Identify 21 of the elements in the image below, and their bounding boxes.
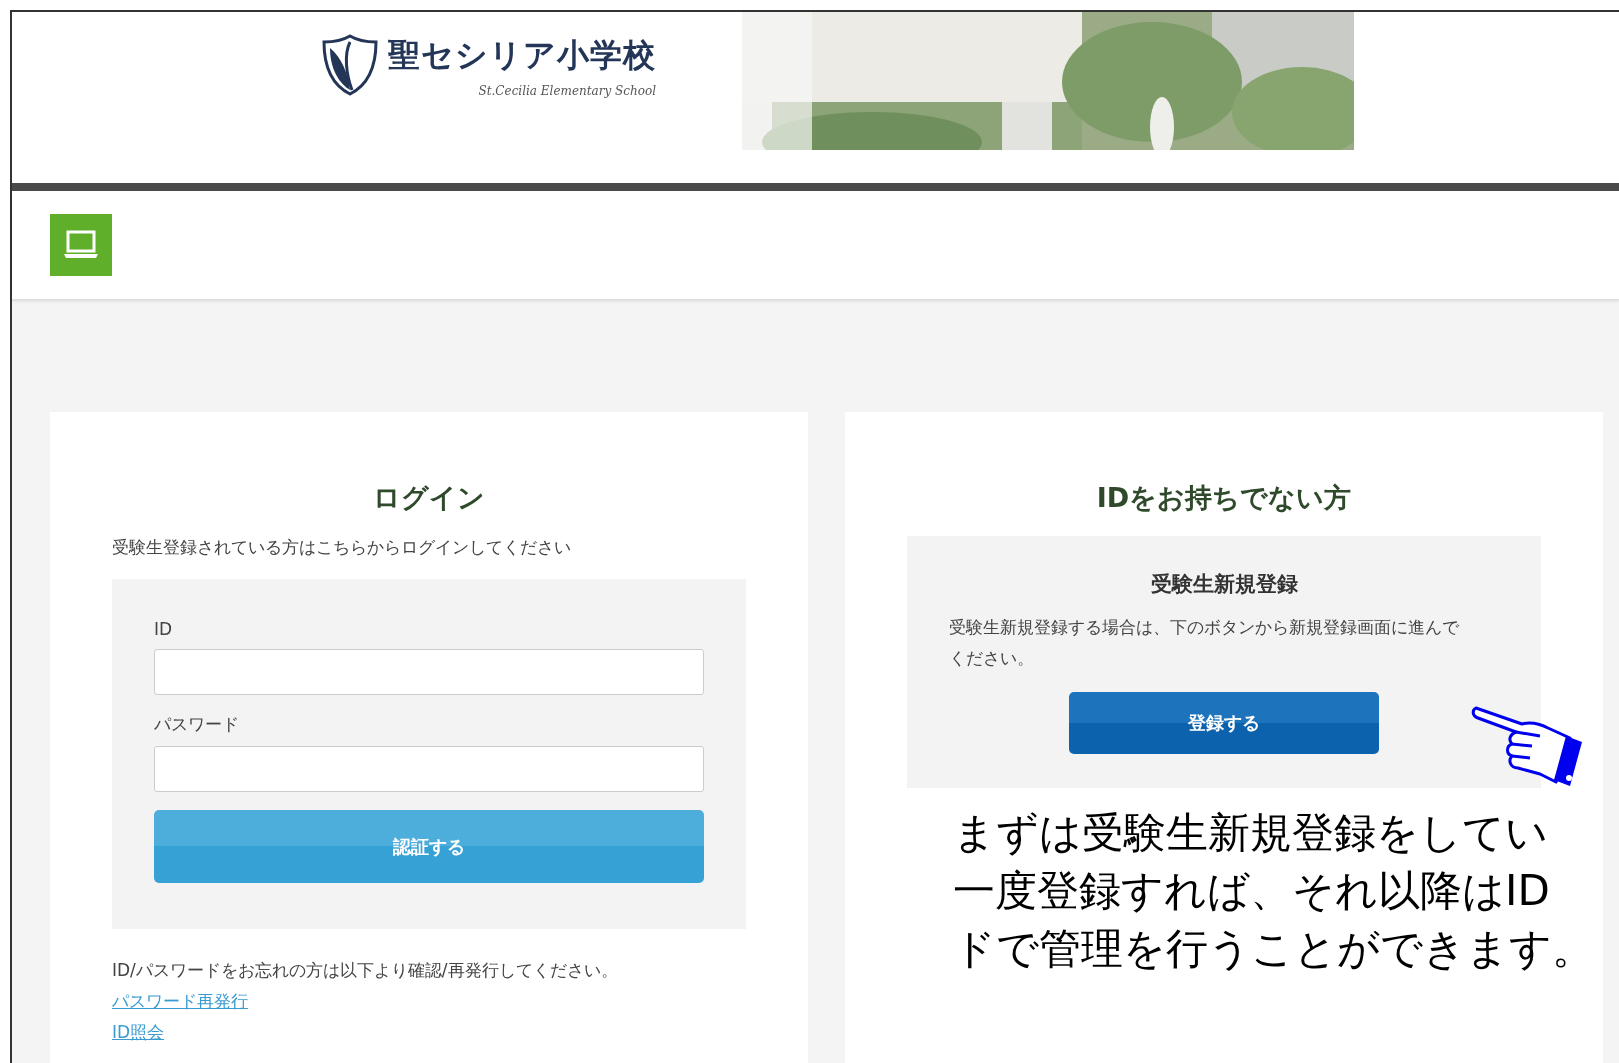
school-name-english: St.Cecilia Elementary School (478, 84, 656, 98)
field-label: ID (154, 619, 174, 639)
id-field[interactable] (154, 649, 704, 695)
login-intro: 受験生登録されている方はこちらからログインしてください (112, 536, 572, 559)
annotation-text: 一度登録すれば、それ以降はID (953, 865, 1551, 917)
field-label: パスワード (154, 713, 240, 736)
register-title: IDをお持ちでない方 (1095, 481, 1353, 515)
laptop-icon[interactable] (50, 214, 112, 276)
annotation-text: まずは受験生新規登録をしてい (953, 807, 1549, 859)
register-text: 受験生新規登録する場合は、下のボタンから新規登録画面に進んでください。 (949, 616, 1460, 670)
school-name: 聖セシリア小学校 (388, 35, 656, 76)
password-reissue-link[interactable]: パスワード再発行 (112, 990, 248, 1013)
password-field[interactable] (154, 746, 704, 792)
authenticate-button[interactable]: 認証する (154, 810, 704, 883)
register-heading: 受験生新規登録 (1149, 571, 1299, 598)
login-title: ログイン (372, 481, 486, 515)
annotation-text: ドで管理を行うことができます。 (953, 923, 1595, 975)
forgot-text: ID/パスワードをお忘れの方は以下より確認/再発行してください。 (112, 959, 619, 982)
shield-logo-icon (322, 34, 378, 96)
id-inquiry-link[interactable]: ID照会 (112, 1021, 165, 1044)
register-button[interactable]: 登録する (1069, 692, 1379, 754)
